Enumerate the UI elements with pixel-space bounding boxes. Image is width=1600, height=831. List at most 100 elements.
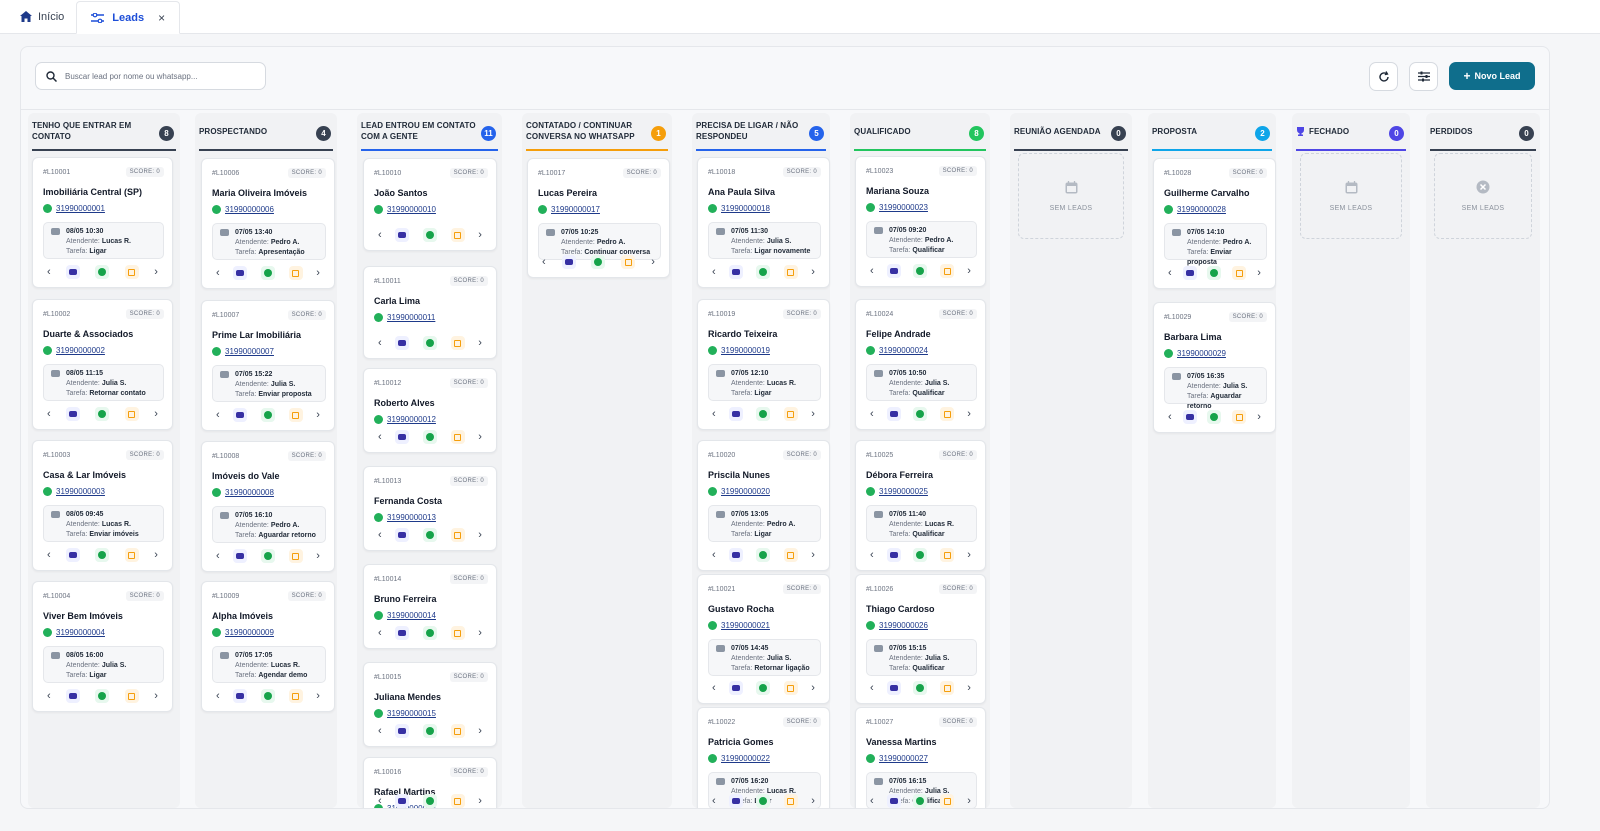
- edit-icon[interactable]: [783, 548, 798, 562]
- edit-icon[interactable]: [1232, 266, 1247, 280]
- column-header[interactable]: Tenho que entrar em contato 8: [32, 113, 176, 151]
- lead-phone[interactable]: 31990000011: [374, 313, 435, 322]
- lead-phone[interactable]: 31990000025: [866, 487, 928, 496]
- chevron-right-icon[interactable]: ›: [478, 230, 482, 241]
- lead-card[interactable]: #L10019 SCORE: 0 Ricardo Teixeira 319900000…: [697, 299, 830, 430]
- message-icon[interactable]: [729, 548, 744, 562]
- chevron-right-icon[interactable]: ›: [478, 338, 482, 349]
- column-header[interactable]: Contatado / Continuar conversa no whatsa…: [526, 113, 668, 151]
- chevron-right-icon[interactable]: ›: [478, 530, 482, 541]
- message-icon[interactable]: [1182, 410, 1197, 424]
- message-icon[interactable]: [729, 265, 744, 279]
- edit-icon[interactable]: [288, 408, 303, 422]
- chevron-right-icon[interactable]: ›: [316, 551, 320, 562]
- filter-button[interactable]: [1409, 62, 1438, 91]
- message-icon[interactable]: [886, 548, 901, 562]
- chevron-left-icon[interactable]: ‹: [712, 267, 716, 278]
- lead-phone[interactable]: 31990000014: [374, 611, 436, 620]
- chevron-left-icon[interactable]: ‹: [47, 550, 51, 561]
- close-icon[interactable]: ×: [158, 11, 165, 25]
- lead-card[interactable]: #L10014 SCORE: 0 Bruno Ferreira 31990000014…: [363, 564, 497, 649]
- whatsapp-icon[interactable]: [95, 265, 110, 279]
- edit-icon[interactable]: [940, 407, 955, 421]
- chevron-right-icon[interactable]: ›: [1257, 268, 1261, 279]
- lead-card[interactable]: #L10027 SCORE: 0 Vanessa Martins 3199000002…: [855, 707, 986, 808]
- whatsapp-icon[interactable]: [913, 681, 928, 695]
- lead-card[interactable]: #L10020 SCORE: 0 Priscila Nunes 31990000020…: [697, 440, 830, 571]
- column-header[interactable]: Fechado 0: [1296, 113, 1406, 151]
- chevron-left-icon[interactable]: ‹: [216, 410, 220, 421]
- edit-icon[interactable]: [940, 264, 955, 278]
- whatsapp-icon[interactable]: [756, 407, 771, 421]
- column-header[interactable]: Qualificado 8: [854, 113, 986, 151]
- chevron-left-icon[interactable]: ‹: [216, 691, 220, 702]
- lead-card[interactable]: #L10009 SCORE: 0 Alpha Imóveis 31990000009 0…: [201, 581, 335, 712]
- lead-phone[interactable]: 31990000003: [43, 487, 105, 496]
- edit-icon[interactable]: [783, 265, 798, 279]
- lead-phone[interactable]: 31990000019: [708, 346, 770, 355]
- edit-icon[interactable]: [124, 407, 139, 421]
- chevron-left-icon[interactable]: ‹: [712, 683, 716, 694]
- whatsapp-icon[interactable]: [260, 408, 275, 422]
- lead-card[interactable]: #L10003 SCORE: 0 Casa & Lar Imóveis 3199000…: [32, 440, 173, 571]
- whatsapp-icon[interactable]: [260, 689, 275, 703]
- chevron-left-icon[interactable]: ‹: [378, 628, 382, 639]
- edit-icon[interactable]: [124, 548, 139, 562]
- lead-card[interactable]: #L10025 SCORE: 0 Débora Ferreira 3199000002…: [855, 440, 986, 571]
- lead-phone[interactable]: 31990000012: [374, 415, 436, 424]
- chevron-left-icon[interactable]: ‹: [378, 230, 382, 241]
- edit-icon[interactable]: [783, 407, 798, 421]
- chevron-left-icon[interactable]: ‹: [47, 267, 51, 278]
- chevron-right-icon[interactable]: ›: [154, 550, 158, 561]
- tab-leads[interactable]: Leads ×: [76, 1, 181, 34]
- chevron-left-icon[interactable]: ‹: [1168, 268, 1172, 279]
- lead-phone[interactable]: 31990000013: [374, 513, 436, 522]
- chevron-right-icon[interactable]: ›: [967, 409, 971, 420]
- whatsapp-icon[interactable]: [913, 264, 928, 278]
- message-icon[interactable]: [395, 430, 410, 444]
- lead-card[interactable]: #L10001 SCORE: 0 Imobiliária Central (SP) 3…: [32, 157, 173, 288]
- lead-phone[interactable]: 31990000026: [866, 621, 928, 630]
- lead-card[interactable]: #L10011 SCORE: 0 Carla Lima 31990000011 ‹ ›: [363, 266, 497, 359]
- whatsapp-icon[interactable]: [422, 626, 437, 640]
- chevron-right-icon[interactable]: ›: [967, 796, 971, 807]
- chevron-left-icon[interactable]: ‹: [378, 796, 382, 807]
- message-icon[interactable]: [66, 689, 81, 703]
- whatsapp-icon[interactable]: [1207, 266, 1222, 280]
- chevron-right-icon[interactable]: ›: [154, 409, 158, 420]
- message-icon[interactable]: [886, 794, 901, 808]
- chevron-left-icon[interactable]: ‹: [870, 266, 874, 277]
- lead-phone[interactable]: 31990000017: [538, 205, 600, 214]
- whatsapp-icon[interactable]: [422, 336, 437, 350]
- message-icon[interactable]: [395, 794, 410, 808]
- refresh-button[interactable]: [1369, 62, 1398, 91]
- whatsapp-icon[interactable]: [756, 265, 771, 279]
- edit-icon[interactable]: [288, 266, 303, 280]
- chevron-right-icon[interactable]: ›: [316, 410, 320, 421]
- edit-icon[interactable]: [450, 528, 465, 542]
- chevron-right-icon[interactable]: ›: [811, 550, 815, 561]
- lead-phone[interactable]: 31990000002: [43, 346, 105, 355]
- message-icon[interactable]: [233, 408, 248, 422]
- lead-card[interactable]: #L10023 SCORE: 0 Mariana Souza 31990000023 0…: [855, 156, 986, 287]
- chevron-left-icon[interactable]: ‹: [378, 726, 382, 737]
- edit-icon[interactable]: [450, 724, 465, 738]
- chevron-right-icon[interactable]: ›: [316, 268, 320, 279]
- message-icon[interactable]: [395, 528, 410, 542]
- whatsapp-icon[interactable]: [422, 430, 437, 444]
- edit-icon[interactable]: [450, 430, 465, 444]
- chevron-right-icon[interactable]: ›: [478, 628, 482, 639]
- chevron-left-icon[interactable]: ‹: [870, 550, 874, 561]
- lead-card[interactable]: #L10004 SCORE: 0 Viver Bem Imóveis 31990000…: [32, 581, 173, 712]
- whatsapp-icon[interactable]: [422, 528, 437, 542]
- chevron-right-icon[interactable]: ›: [811, 683, 815, 694]
- chevron-left-icon[interactable]: ‹: [216, 551, 220, 562]
- whatsapp-icon[interactable]: [1207, 410, 1222, 424]
- lead-card[interactable]: #L10016 SCORE: 0 Rafael Martins 31990000016…: [363, 757, 497, 808]
- lead-phone[interactable]: 31990000008: [212, 488, 274, 497]
- edit-icon[interactable]: [288, 689, 303, 703]
- message-icon[interactable]: [395, 336, 410, 350]
- edit-icon[interactable]: [450, 626, 465, 640]
- message-icon[interactable]: [395, 228, 410, 242]
- message-icon[interactable]: [395, 724, 410, 738]
